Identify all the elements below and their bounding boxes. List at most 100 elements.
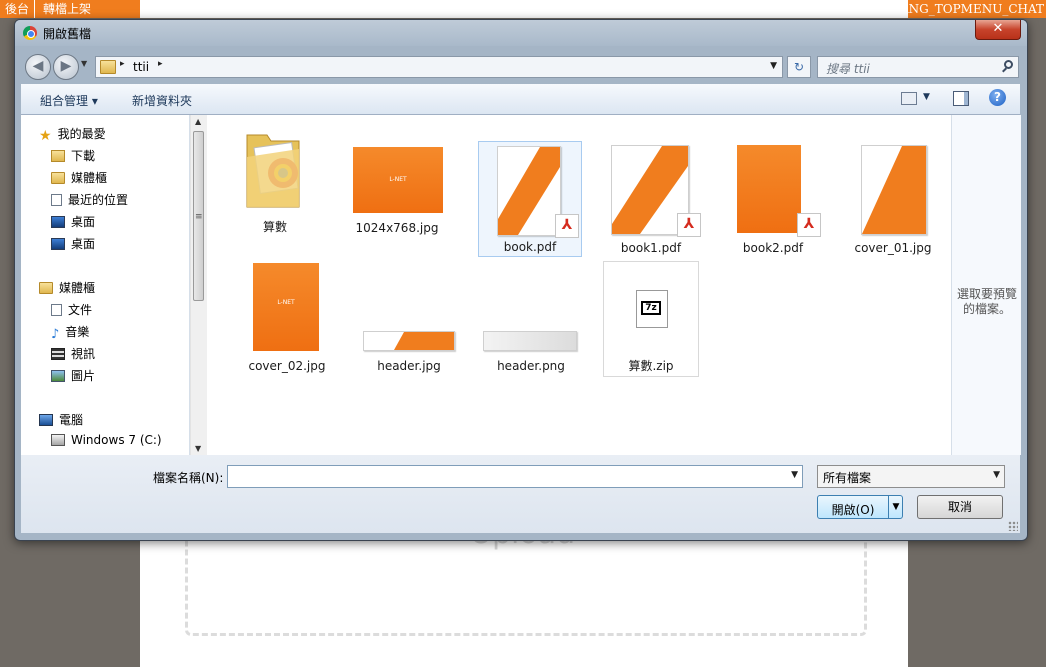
nav-label: 電腦 — [59, 413, 84, 427]
close-button[interactable]: ✕ — [975, 20, 1021, 40]
nav-item-desktop-2[interactable]: 桌面 — [51, 235, 95, 253]
file-item-image[interactable]: cover_01.jpg — [841, 141, 945, 257]
filetype-select[interactable]: 所有檔案 ▼ — [817, 465, 1005, 488]
search-icon[interactable] — [1004, 60, 1013, 69]
file-name: header.png — [497, 359, 565, 373]
nav-item-pictures[interactable]: 圖片 — [51, 367, 95, 385]
open-options-icon[interactable]: ▼ — [888, 496, 903, 518]
file-item-image[interactable]: header.jpg — [357, 259, 461, 375]
file-item-image[interactable]: header.png — [479, 259, 583, 375]
folder-icon — [246, 134, 300, 208]
recent-pages-dropdown[interactable]: ▼ — [81, 59, 87, 68]
nav-item-desktop[interactable]: 桌面 — [51, 213, 95, 231]
drive-icon — [51, 434, 65, 446]
address-row: ◀ ▶ ▼ ▸ ttii ▸ ▼ ↻ 搜尋 ttii — [15, 46, 1027, 84]
chrome-icon — [23, 26, 37, 40]
desktop-icon — [51, 216, 65, 228]
file-item-pdf-selected[interactable]: ⅄ book.pdf — [478, 141, 582, 257]
nav-item-computer[interactable]: 電腦 — [39, 411, 83, 429]
breadcrumb-arrow-icon[interactable]: ▸ — [120, 59, 125, 69]
refresh-button[interactable]: ↻ — [787, 56, 811, 78]
nav-label: 音樂 — [65, 325, 90, 339]
file-item-image[interactable]: L-NET 1024x768.jpg — [345, 121, 449, 237]
command-toolbar: 組合管理 ▾ 新增資料夾 ▼ ? — [21, 84, 1020, 115]
nav-item-library[interactable]: 媒體櫃 — [51, 169, 107, 187]
dialog-titlebar[interactable]: 開啟舊檔 ✕ — [15, 20, 1027, 46]
file-name: 算數 — [262, 220, 287, 234]
file-item-image[interactable]: L-NET cover_02.jpg — [235, 259, 339, 375]
filename-input[interactable]: ▼ — [227, 465, 803, 488]
nav-label: 視訊 — [71, 347, 96, 361]
help-icon[interactable]: ? — [989, 89, 1006, 106]
computer-icon — [39, 414, 53, 426]
change-view-icon[interactable] — [901, 92, 917, 105]
address-bar[interactable]: ▸ ttii ▸ ▼ — [95, 56, 783, 78]
file-name: header.jpg — [377, 359, 441, 373]
chevron-down-icon[interactable]: ▼ — [791, 470, 798, 480]
file-name: book1.pdf — [620, 241, 682, 255]
search-input[interactable]: 搜尋 ttii — [817, 56, 1019, 78]
file-item-archive[interactable]: 7z 算數.zip — [603, 261, 699, 377]
pdf-icon: ⅄ — [797, 213, 821, 237]
scroll-thumb[interactable]: ≡ — [193, 131, 204, 301]
breadcrumb-ttii[interactable]: ttii — [133, 60, 149, 74]
dialog-footer: 檔案名稱(N): ▼ 所有檔案 ▼ 開啟(O) ▼ 取消 — [21, 455, 1020, 533]
navigation-pane: ★ 我的最愛 下載 媒體櫃 最近的位置 桌面 桌面 媒體櫃 文件 ♪ 音樂 視訊 圖… — [21, 115, 190, 455]
nav-label: 我的最愛 — [57, 127, 106, 141]
file-item-folder[interactable]: 算數 — [223, 121, 327, 237]
back-button[interactable]: ◀ — [25, 54, 51, 80]
open-button[interactable]: 開啟(O) ▼ — [817, 495, 903, 519]
breadcrumb-arrow-icon[interactable]: ▸ — [158, 59, 163, 69]
scroll-down-icon[interactable]: ▼ — [195, 444, 201, 453]
background-tab-convert[interactable]: 轉檔上架 — [38, 0, 96, 18]
file-name: 算數.zip — [628, 359, 674, 373]
chevron-down-icon: ▼ — [993, 470, 1000, 480]
recent-places-icon — [51, 194, 62, 206]
nav-item-music[interactable]: ♪ 音樂 — [51, 323, 90, 342]
scroll-up-icon[interactable]: ▲ — [195, 117, 201, 126]
folder-icon — [100, 60, 116, 74]
nav-label: 圖片 — [71, 369, 96, 383]
organize-button[interactable]: 組合管理 ▾ — [40, 92, 98, 109]
grip-icon: ≡ — [195, 212, 203, 222]
new-folder-button[interactable]: 新增資料夾 — [132, 92, 192, 109]
nav-item-videos[interactable]: 視訊 — [51, 345, 95, 363]
open-button-label: 開啟(O) — [831, 503, 875, 517]
nav-item-drive-c[interactable]: Windows 7 (C:) — [51, 433, 162, 451]
preview-pane-icon[interactable] — [953, 91, 969, 106]
pdf-icon: ⅄ — [555, 214, 579, 238]
star-icon: ★ — [39, 128, 52, 144]
view-dropdown-icon[interactable]: ▼ — [923, 92, 930, 102]
nav-item-favorites[interactable]: ★ 我的最愛 — [39, 125, 106, 144]
nav-item-documents[interactable]: 文件 — [51, 301, 92, 319]
nav-item-downloads[interactable]: 下載 — [51, 147, 95, 165]
nav-label: 媒體櫃 — [71, 171, 108, 185]
nav-scrollbar[interactable]: ▲ ≡ ▼ — [190, 115, 207, 455]
thumbnail-pdf — [497, 146, 561, 236]
nav-item-recent[interactable]: 最近的位置 — [51, 191, 128, 209]
file-name: cover_02.jpg — [248, 359, 326, 373]
nav-item-libraries[interactable]: 媒體櫃 — [39, 279, 95, 297]
thumbnail-pdf — [737, 145, 801, 233]
file-name: book.pdf — [503, 240, 557, 254]
video-icon — [51, 348, 65, 360]
preview-message: 選取要預覽的檔案。 — [956, 287, 1017, 316]
forward-button[interactable]: ▶ — [53, 54, 79, 80]
cancel-button[interactable]: 取消 — [917, 495, 1003, 519]
address-dropdown-icon[interactable]: ▼ — [770, 61, 777, 71]
background-top-right-label[interactable]: LANG_TOPMENU_CHAT — [892, 0, 1046, 18]
nav-label: 文件 — [68, 303, 93, 317]
file-list: 算數 L-NET 1024x768.jpg ⅄ book.pdf ⅄ book1… — [207, 115, 951, 455]
nav-label: 媒體櫃 — [59, 281, 96, 295]
file-item-pdf[interactable]: ⅄ book1.pdf — [599, 141, 703, 257]
background-tab-admin[interactable]: 後台 — [0, 0, 36, 18]
resize-grip-icon[interactable] — [1008, 521, 1018, 531]
file-name: book2.pdf — [742, 241, 804, 255]
nav-label: Windows 7 (C:) — [71, 433, 162, 447]
nav-label: 桌面 — [71, 215, 96, 229]
file-item-pdf[interactable]: ⅄ book2.pdf — [721, 141, 825, 257]
thumbnail-image — [363, 331, 455, 351]
pdf-icon: ⅄ — [677, 213, 701, 237]
archive-7z-icon: 7z — [636, 290, 668, 328]
thumbnail-image: L-NET — [253, 263, 319, 351]
